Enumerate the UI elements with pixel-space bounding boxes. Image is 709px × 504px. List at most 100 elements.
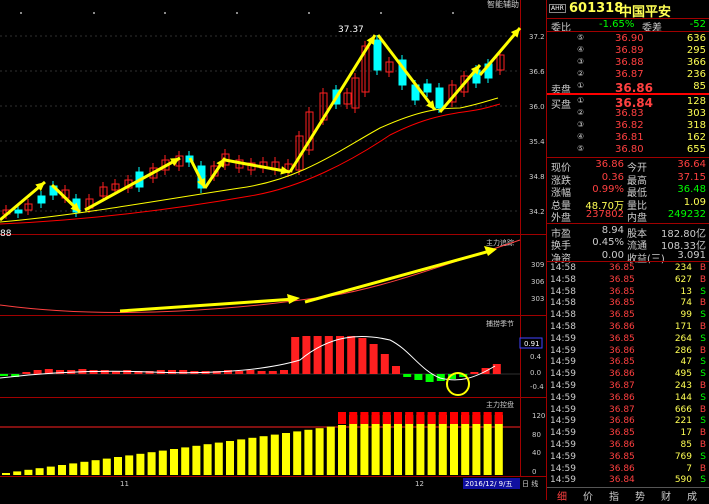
tick-price: 36.87: [609, 404, 635, 415]
tick-time: 14:59: [550, 357, 576, 368]
tick-time: 14:59: [550, 392, 576, 403]
tab-price[interactable]: 价: [583, 488, 593, 503]
stat2-row: 净资 0.00 收益(三) 3.091: [547, 250, 709, 265]
tick-time: 14:59: [550, 345, 576, 356]
stat-value2: 249232: [667, 209, 706, 221]
tick-row: 14:59 36.85 769 S: [547, 452, 709, 464]
x-label-12: 12: [415, 480, 424, 488]
tick-volume: 17: [680, 428, 692, 439]
tab-deal[interactable]: 成: [687, 488, 697, 503]
control-tick: 80: [532, 431, 541, 439]
weibi-row: 委比 -1.65% 委差 -52: [547, 19, 709, 34]
stat-row: 外盘 237802 内盘 249232: [547, 209, 709, 224]
buy-volume: 318: [686, 120, 706, 131]
sell-volume: 636: [686, 33, 706, 44]
tab-finance[interactable]: 财: [661, 488, 671, 503]
tick-price: 36.86: [609, 463, 635, 474]
tick-time: 14:58: [550, 310, 576, 321]
stock-name[interactable]: 中国平安: [619, 1, 671, 20]
tick-time: 14:59: [550, 333, 576, 344]
tick-side: S: [700, 357, 706, 368]
chart-area[interactable]: 智能辅助 37.37 88 37.2 36.6 36.0 35.4 34.8 34.2 主…: [0, 0, 546, 500]
price-tick: 36.0: [529, 103, 545, 111]
buy-price: 36.80: [615, 144, 644, 155]
track-title: 主力追踪: [486, 238, 514, 247]
tick-row: 14:59 36.86 7 B: [547, 464, 709, 476]
tick-volume: 74: [680, 298, 692, 309]
tick-row: 14:59 36.86 286 B: [547, 346, 709, 358]
tick-time: 14:58: [550, 274, 576, 285]
tick-side: B: [699, 345, 706, 356]
tick-side: S: [700, 286, 706, 297]
tick-price: 36.85: [609, 310, 635, 321]
tick-side: S: [700, 475, 706, 486]
tick-row: 14:59 36.86 85 B: [547, 440, 709, 452]
tick-volume: 590: [674, 475, 692, 486]
tick-time: 14:59: [550, 463, 576, 474]
kline-chart-svg[interactable]: 智能辅助 37.37 88 37.2 36.6 36.0 35.4 34.8 34.2 主…: [0, 0, 546, 500]
buy-volume: 303: [686, 108, 706, 119]
tick-time: 14:59: [550, 440, 576, 450]
sell-price: 36.87: [615, 69, 644, 80]
season-tick: -0.4: [530, 383, 544, 391]
sell-row: ③ 36.88 366: [547, 57, 709, 69]
tick-row: 14:58 36.85 234 B: [547, 263, 709, 275]
tick-price: 36.86: [609, 322, 635, 332]
tick-volume: 13: [680, 286, 692, 297]
price-tick: 34.2: [529, 208, 545, 216]
tick-time: 14:59: [550, 404, 576, 415]
buy-level: ①: [577, 96, 585, 105]
price-tick: 36.6: [529, 68, 545, 76]
stat2-value: 8.94: [601, 225, 624, 236]
buy-row: ⑤ 36.80 655: [547, 144, 709, 156]
tick-volume: 171: [674, 322, 692, 332]
sell-volume: 236: [686, 69, 706, 80]
stat-row: 总量 48.70万 量比 1.09: [547, 196, 709, 212]
control-tick: 120: [532, 412, 545, 420]
high-price-label: 37.37: [338, 25, 364, 35]
sell-level: ①: [577, 81, 585, 90]
tick-volume: 7: [686, 463, 692, 474]
tick-price: 36.85: [609, 451, 635, 462]
buy-volume: 128: [686, 96, 706, 107]
tick-price: 36.86: [609, 345, 635, 356]
tick-time: 14:59: [550, 428, 576, 439]
tick-price: 36.86: [609, 440, 635, 450]
stat-value: 36.86: [595, 159, 624, 170]
tick-time: 14:59: [550, 381, 576, 391]
track-tick: 309: [531, 261, 544, 269]
stat-row: 涨跌 0.36 最高 37.15: [547, 172, 709, 187]
tick-row: 14:58 36.85 627 B: [547, 275, 709, 287]
tick-side: B: [699, 298, 706, 309]
tick-row: 14:59 36.86 495 S: [547, 369, 709, 381]
tick-volume: 627: [674, 274, 692, 285]
tick-volume: 85: [680, 440, 692, 450]
low-left-label: 88: [0, 229, 12, 239]
tick-volume: 243: [674, 381, 692, 391]
tab-index[interactable]: 指: [609, 488, 619, 503]
sell-row: ② 36.87 236: [547, 69, 709, 81]
stat-value2: 1.09: [683, 196, 706, 208]
tick-price: 36.86: [609, 369, 635, 380]
quote-panel: AHR 601318 中国平安 委比 -1.65% 委差 -52 ⑤ 36.90 6…: [546, 0, 709, 503]
sell-row: ① 36.86 85: [547, 81, 709, 95]
tick-time: 14:58: [550, 322, 576, 332]
season-tick: 0.4: [530, 353, 542, 361]
tick-side: S: [700, 451, 706, 462]
tab-detail[interactable]: 细: [557, 488, 567, 503]
tick-price: 36.85: [609, 274, 635, 285]
tick-row: 14:58 36.85 13 S: [547, 287, 709, 299]
buy-volume: 655: [686, 144, 706, 155]
tab-trend[interactable]: 势: [635, 488, 645, 503]
buy-label: 买盘: [551, 100, 571, 111]
sell-level: ③: [577, 57, 585, 66]
stat-value: 0.99%: [592, 184, 624, 196]
tick-row: 14:59 36.87 666 B: [547, 405, 709, 417]
tick-row: 14:58 36.86 171 B: [547, 322, 709, 334]
tick-time: 14:59: [550, 475, 576, 486]
x-label-11: 11: [120, 480, 129, 488]
tick-side: B: [699, 381, 706, 391]
stock-code[interactable]: 601318: [569, 1, 623, 16]
stat-row: 现价 36.86 今开 36.64: [547, 159, 709, 174]
tick-row: 14:59 36.85 47 S: [547, 357, 709, 369]
